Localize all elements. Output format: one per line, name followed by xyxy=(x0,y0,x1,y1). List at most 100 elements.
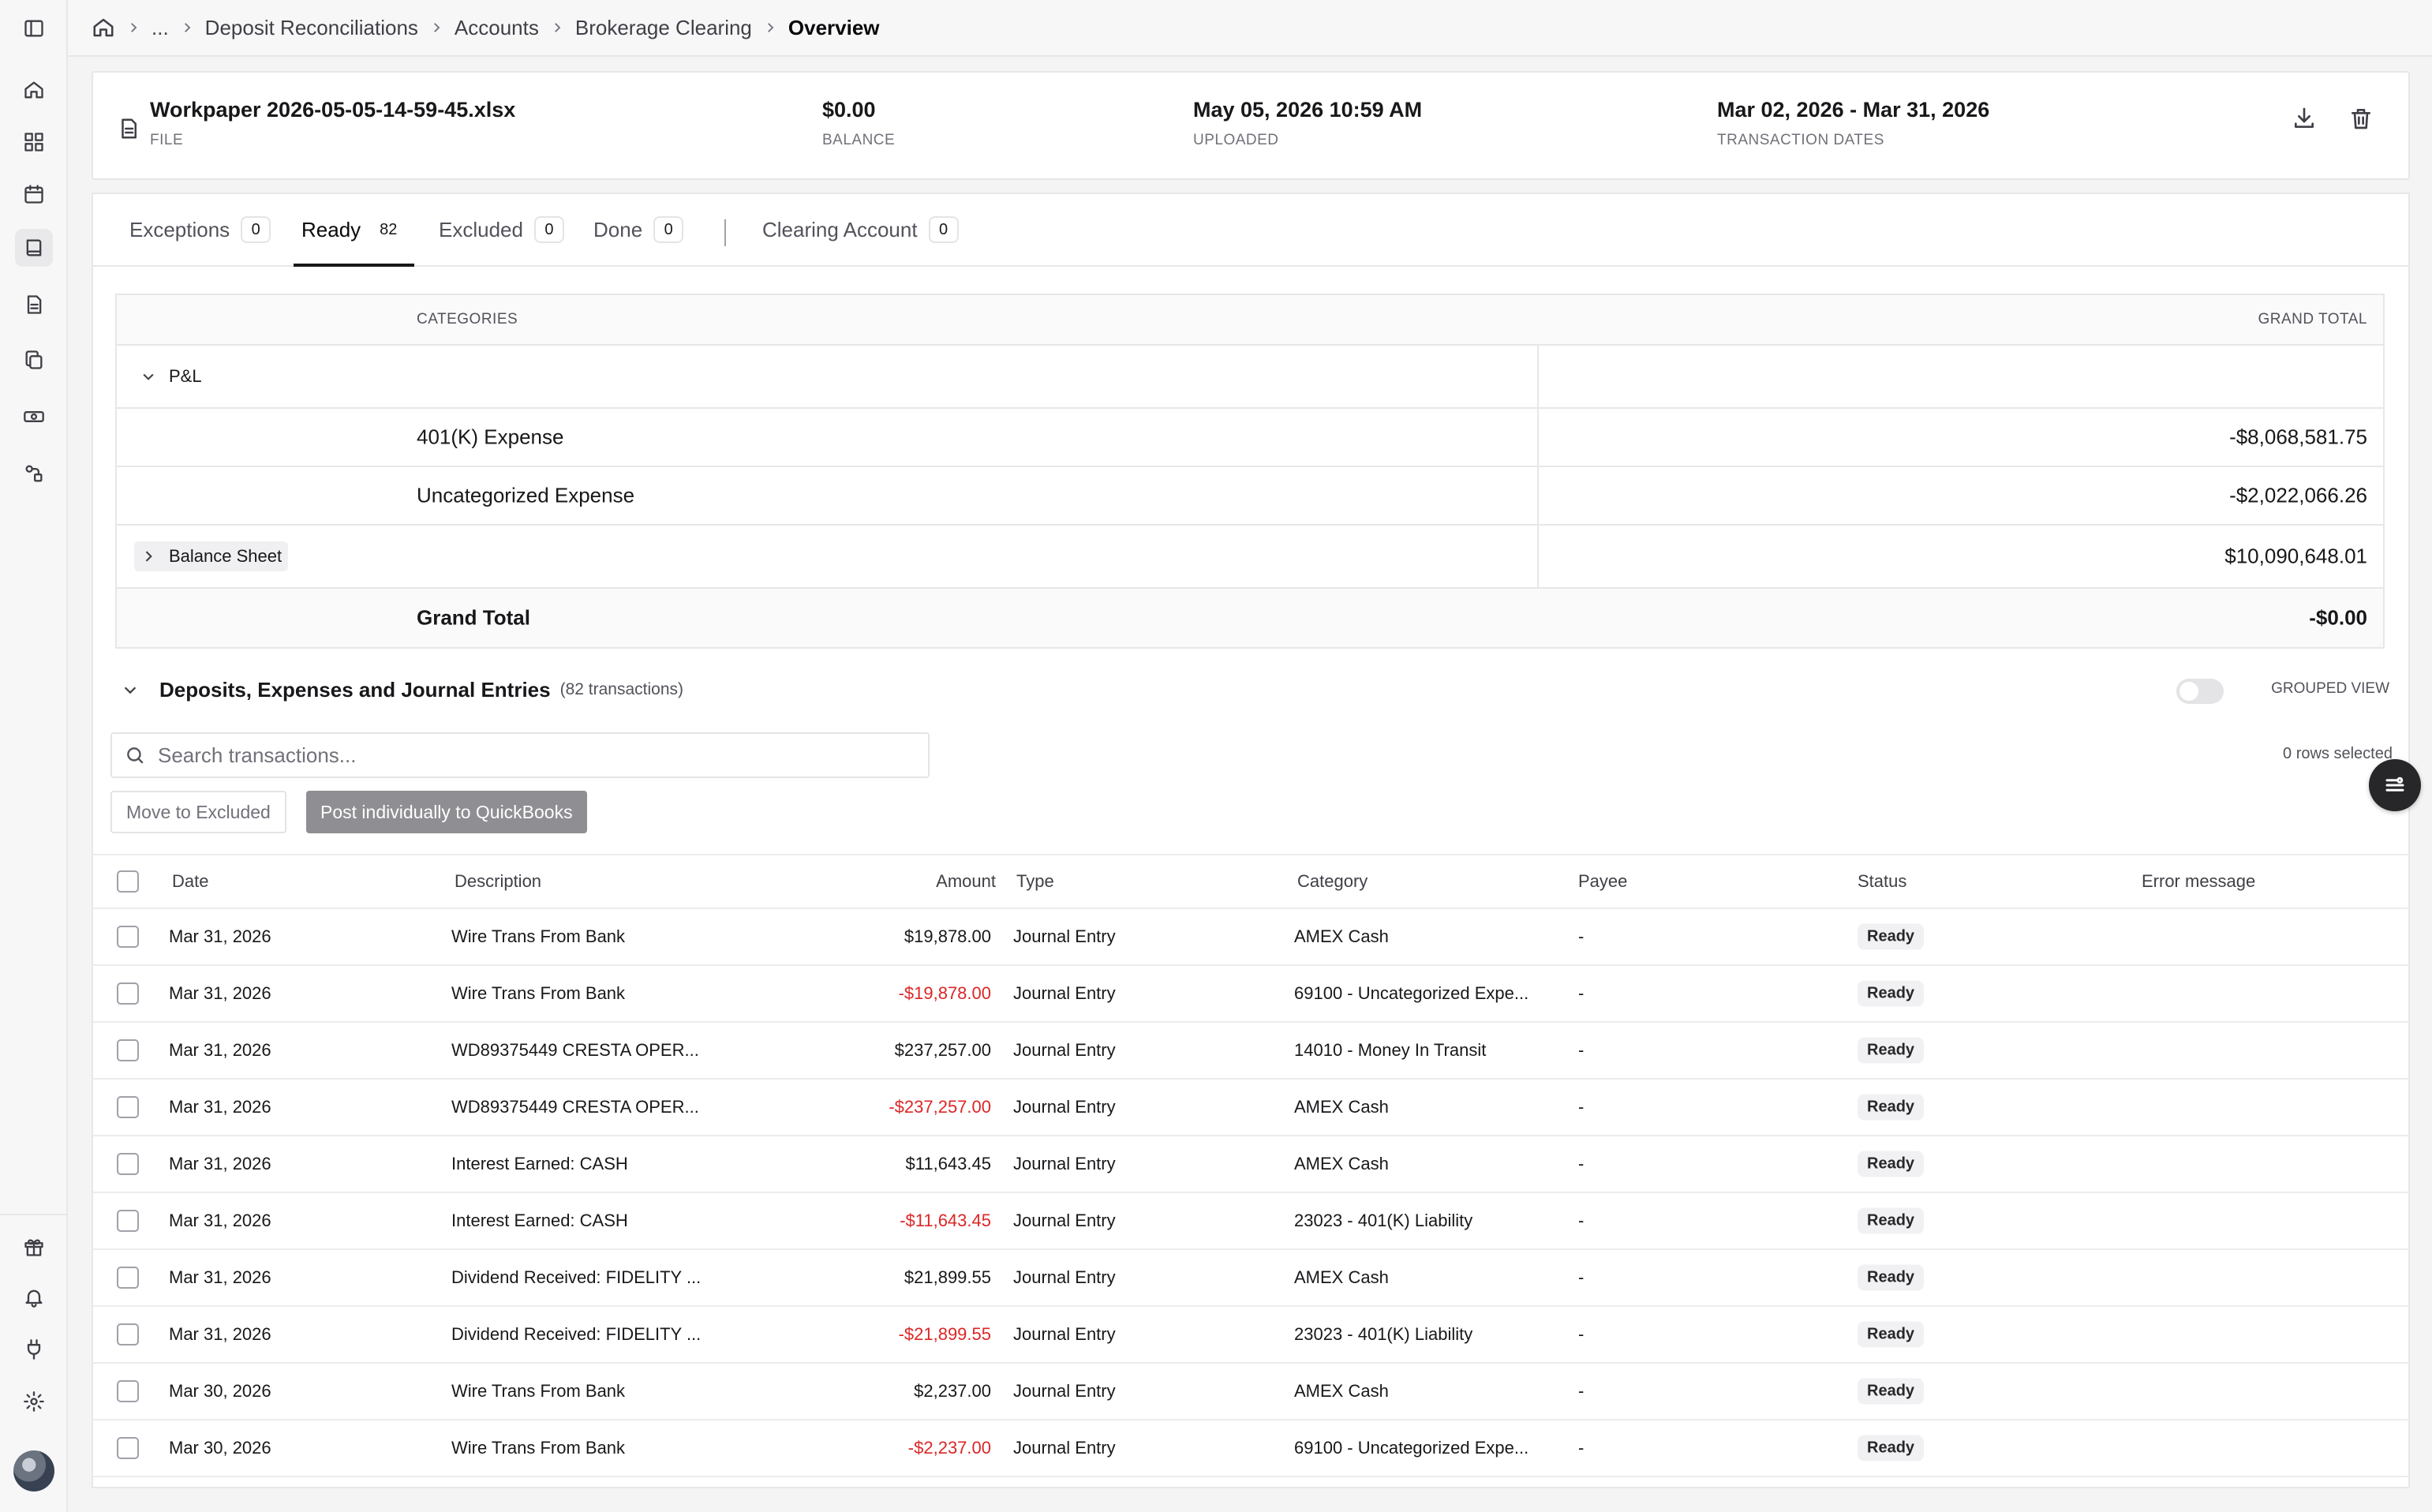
row-type: Journal Entry xyxy=(1013,1211,1116,1230)
row-checkbox[interactable] xyxy=(117,1096,139,1118)
chevron-down-icon xyxy=(124,687,137,694)
home-icon[interactable] xyxy=(15,71,53,109)
tab-count: 0 xyxy=(928,216,959,243)
table-row[interactable]: Mar 31, 2026 Wire Trans From Bank $19,878.… xyxy=(93,909,2408,966)
balance-sheet-toggle[interactable]: Balance Sheet xyxy=(134,541,289,571)
col-status[interactable]: Status xyxy=(1858,871,1906,892)
table-row[interactable]: Mar 31, 2026 Wire Trans From Bank -$19,878… xyxy=(93,966,2408,1023)
tab-label: Done xyxy=(593,218,643,241)
calendar-icon[interactable] xyxy=(15,175,53,213)
row-checkbox[interactable] xyxy=(117,1039,139,1061)
tab-done[interactable]: Done 0 xyxy=(593,216,684,267)
filter-list-icon[interactable] xyxy=(2369,759,2421,811)
tab-clearing-account[interactable]: Clearing Account 0 xyxy=(762,216,959,267)
table-row[interactable]: Mar 31, 2026 WD89375449 CRESTA OPER... $23… xyxy=(93,1023,2408,1080)
connections-icon[interactable] xyxy=(15,455,53,492)
row-category: 14010 - Money In Transit xyxy=(1294,1040,1487,1060)
table-row[interactable]: Mar 30, 2026 Wire Trans From Bank -$2,237.… xyxy=(93,1420,2408,1477)
summary-row: Uncategorized Expense -$2,022,066.26 xyxy=(117,467,2383,526)
row-payee: - xyxy=(1578,926,1585,946)
row-checkbox[interactable] xyxy=(117,1267,139,1289)
table-row[interactable]: Mar 31, 2026 Dividend Received: FIDELITY … xyxy=(93,1250,2408,1307)
row-checkbox[interactable] xyxy=(117,926,139,948)
pl-group-row[interactable]: P&L xyxy=(117,346,2383,409)
grouped-view-toggle[interactable] xyxy=(2176,679,2224,704)
pl-toggle[interactable]: P&L xyxy=(134,361,208,391)
row-checkbox[interactable] xyxy=(117,982,139,1005)
download-icon[interactable] xyxy=(2292,106,2317,131)
col-category[interactable]: Category xyxy=(1297,871,1368,892)
table-row[interactable]: Mar 31, 2026 Interest Earned: CASH $11,643… xyxy=(93,1136,2408,1193)
table-row[interactable]: Mar 31, 2026 Dividend Received: FIDELITY … xyxy=(93,1307,2408,1364)
col-date[interactable]: Date xyxy=(172,871,208,892)
document-icon[interactable] xyxy=(15,286,53,324)
tab-exceptions[interactable]: Exceptions 0 xyxy=(129,216,271,267)
chevron-right-icon xyxy=(145,551,152,562)
balance-value: $0.00 xyxy=(822,98,876,122)
select-all-checkbox[interactable] xyxy=(117,870,139,893)
row-type: Journal Entry xyxy=(1013,1097,1116,1117)
row-description: Interest Earned: CASH xyxy=(451,1154,628,1173)
table-row[interactable]: Mar 31, 2026 Interest Earned: CASH -$11,64… xyxy=(93,1193,2408,1250)
table-row[interactable]: Mar 31, 2026 WD89375449 CRESTA OPER... -$2… xyxy=(93,1080,2408,1136)
breadcrumb-home-icon[interactable] xyxy=(92,16,115,39)
col-payee[interactable]: Payee xyxy=(1578,871,1627,892)
row-checkbox[interactable] xyxy=(117,1323,139,1345)
col-error-message[interactable]: Error message xyxy=(2142,871,2255,892)
row-status-cell: Ready xyxy=(1858,1094,1925,1121)
dashboard-icon[interactable] xyxy=(15,123,53,161)
search-box xyxy=(110,732,930,778)
breadcrumb-brokerage-clearing[interactable]: Brokerage Clearing xyxy=(575,16,752,40)
row-checkbox[interactable] xyxy=(117,1437,139,1459)
row-description: Dividend Received: FIDELITY ... xyxy=(451,1324,702,1344)
tab-ready[interactable]: Ready 82 xyxy=(294,218,415,267)
search-input[interactable] xyxy=(158,743,915,768)
transaction-dates-field: Mar 02, 2026 - Mar 31, 2026 TRANSACTION … xyxy=(1717,98,1989,149)
trash-icon[interactable] xyxy=(2348,106,2374,131)
row-checkbox[interactable] xyxy=(117,1210,139,1232)
row-status-cell: Ready xyxy=(1858,1321,1925,1348)
row-category: AMEX Cash xyxy=(1294,1097,1389,1117)
file-name-label: FILE xyxy=(150,132,184,148)
status-badge: Ready xyxy=(1858,980,1925,1007)
category-name: Uncategorized Expense xyxy=(417,483,635,507)
cash-icon[interactable] xyxy=(15,398,53,436)
table-row[interactable]: Mar 30, 2026 Wire Trans From Bank $2,237.0… xyxy=(93,1364,2408,1420)
grand-total-header: GRAND TOTAL xyxy=(2258,311,2367,327)
status-badge: Ready xyxy=(1858,1207,1925,1234)
status-badge: Ready xyxy=(1858,923,1925,950)
book-icon[interactable] xyxy=(15,229,53,267)
breadcrumb-ellipsis[interactable]: ... xyxy=(152,16,169,40)
tab-count: 0 xyxy=(241,216,271,243)
transactions-section-header[interactable]: Deposits, Expenses and Journal Entries (… xyxy=(115,671,2389,709)
settings-gear-icon[interactable] xyxy=(15,1383,53,1420)
user-avatar[interactable] xyxy=(13,1450,54,1491)
bell-icon[interactable] xyxy=(15,1278,53,1316)
row-amount: $2,237.00 xyxy=(914,1381,991,1401)
row-type: Journal Entry xyxy=(1013,1324,1116,1344)
sidebar-divider xyxy=(0,1214,68,1215)
col-description[interactable]: Description xyxy=(455,871,541,892)
gift-icon[interactable] xyxy=(15,1228,53,1266)
move-to-excluded-button[interactable]: Move to Excluded xyxy=(110,791,286,833)
row-description: Wire Trans From Bank xyxy=(451,1438,626,1458)
tab-excluded[interactable]: Excluded 0 xyxy=(439,216,564,267)
plug-icon[interactable] xyxy=(15,1330,53,1368)
balance-field: $0.00 BALANCE xyxy=(822,98,895,149)
row-checkbox[interactable] xyxy=(117,1153,139,1175)
breadcrumb-accounts[interactable]: Accounts xyxy=(455,16,539,40)
post-to-quickbooks-button[interactable]: Post individually to QuickBooks xyxy=(306,791,587,833)
row-type: Journal Entry xyxy=(1013,1040,1116,1060)
summary-header-row: CATEGORIES GRAND TOTAL xyxy=(117,295,2383,346)
col-amount[interactable]: Amount xyxy=(936,871,996,892)
chevron-right-icon xyxy=(752,21,788,35)
copy-icon[interactable] xyxy=(15,341,53,379)
breadcrumb-deposit-reconciliations[interactable]: Deposit Reconciliations xyxy=(205,16,418,40)
row-date: Mar 30, 2026 xyxy=(169,1381,271,1401)
tabs-divider xyxy=(724,219,726,246)
balance-sheet-group-row[interactable]: Balance Sheet $10,090,648.01 xyxy=(117,526,2383,589)
col-type[interactable]: Type xyxy=(1016,871,1054,892)
row-checkbox[interactable] xyxy=(117,1380,139,1402)
toggle-sidebar-icon[interactable] xyxy=(15,9,53,47)
row-category: AMEX Cash xyxy=(1294,1154,1389,1173)
